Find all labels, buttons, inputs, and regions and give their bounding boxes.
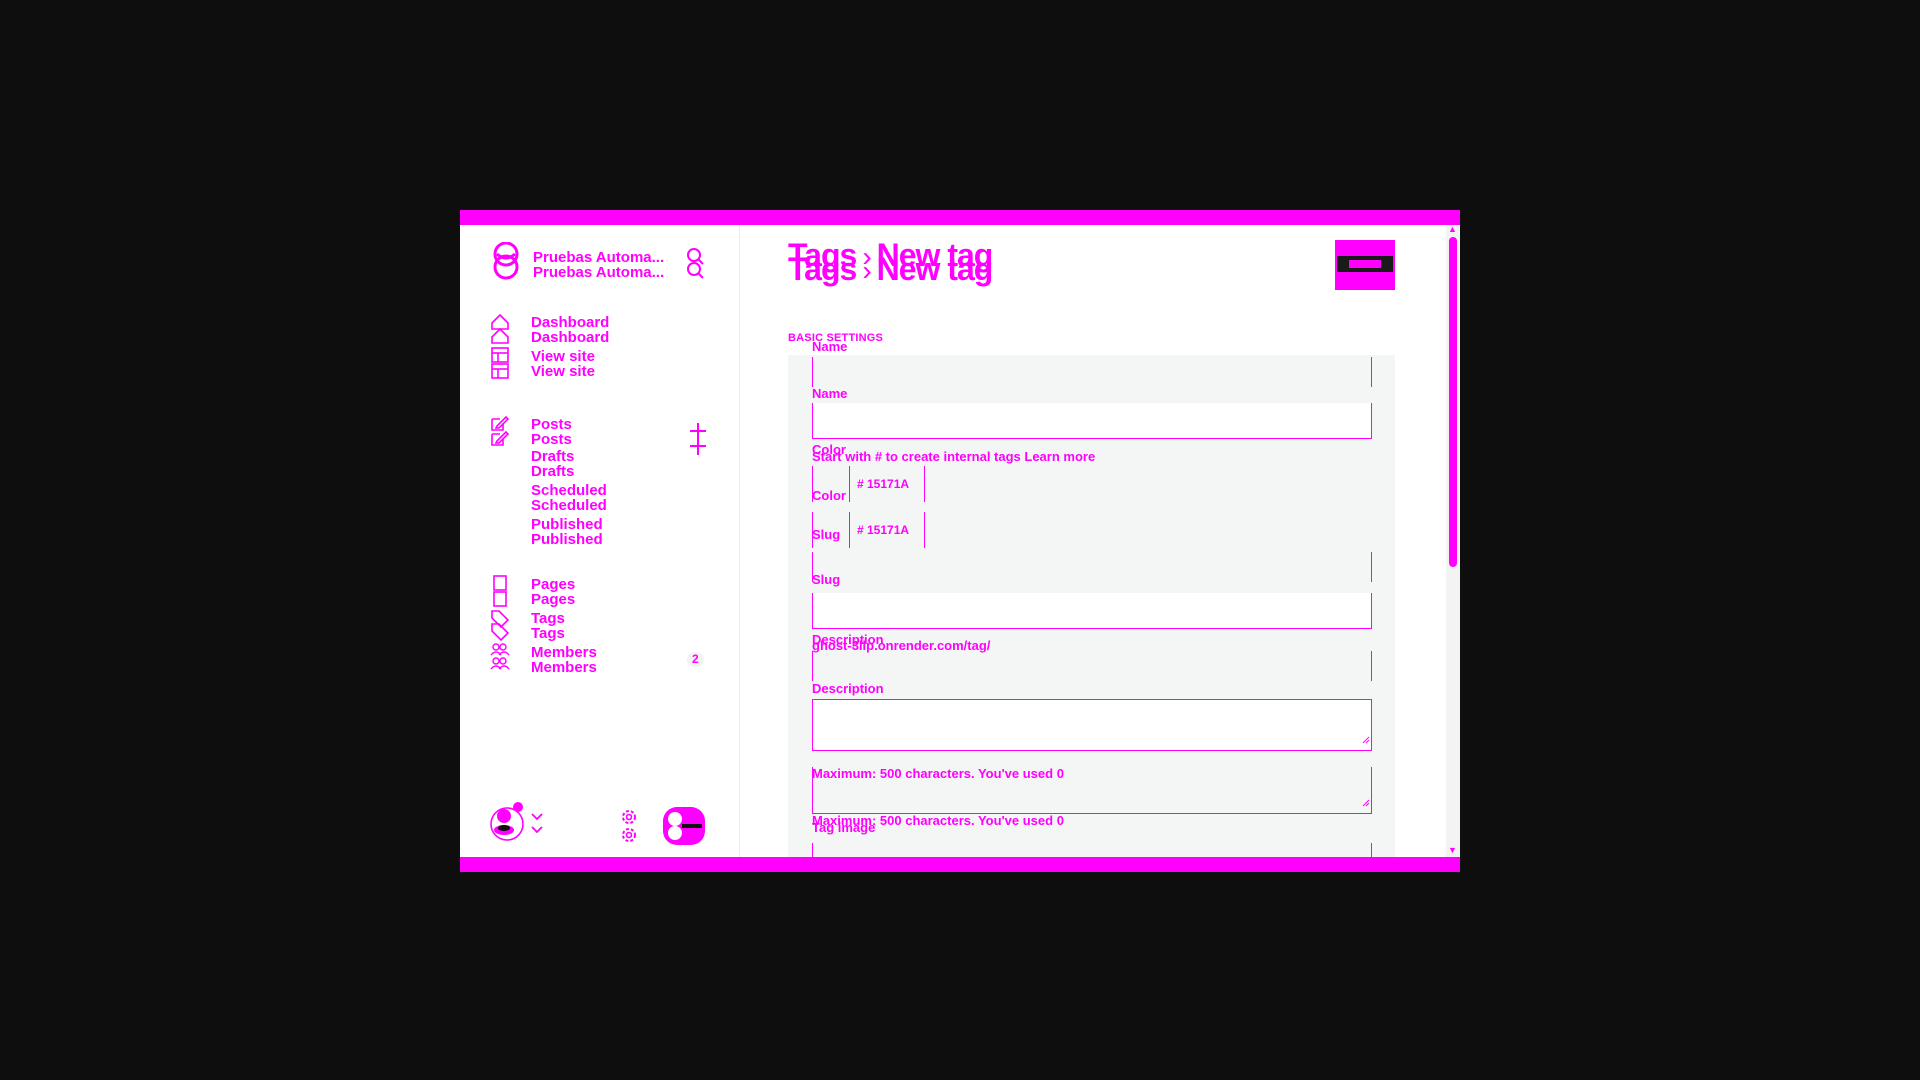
sidebar-item-pages[interactable]: Pages Pages: [490, 575, 715, 608]
slug-label-ghost: Slug: [812, 527, 841, 542]
sidebar-item-label-ghost: View site: [531, 363, 595, 380]
sidebar-item-label-ghost: Tags: [531, 625, 565, 642]
sidebar-item-published-ghost: Published: [531, 531, 603, 548]
sidebar-item-view-site[interactable]: View site View site: [490, 347, 715, 380]
edit-icon: [490, 415, 510, 452]
description-field-edge: [1371, 651, 1372, 681]
moon-toggle-icon[interactable]: [662, 806, 706, 851]
char-count-mid-ghost: characters. You've used: [901, 813, 1057, 828]
char-count-max-ghost: 500: [879, 813, 902, 828]
breadcrumb-separator-ghost: ›: [862, 255, 871, 286]
chevron-down-icon[interactable]: [530, 812, 544, 841]
breadcrumb-current-ghost: New tag: [876, 251, 994, 287]
scrollbar[interactable]: ▲ ▼: [1446, 225, 1460, 857]
description-field-edge: [812, 651, 813, 681]
name-input[interactable]: [812, 403, 1372, 439]
sidebar-item-dashboard[interactable]: Dashboard Dashboard: [490, 313, 715, 346]
app-window: Pruebas Automa... Pruebas Automa... Dash…: [460, 210, 1460, 872]
scroll-up-arrow-icon[interactable]: ▲: [1448, 225, 1457, 234]
sidebar-item-drafts[interactable]: Drafts: [531, 449, 574, 464]
name-label: Name: [812, 386, 848, 401]
site-title-text-ghost: Pruebas Automa...: [533, 264, 665, 281]
color-label: Color: [812, 488, 846, 503]
tag-settings-panel: Name Name Start with # to create interna…: [788, 340, 1395, 872]
description-label: Description: [812, 681, 884, 696]
resize-handle-icon: [1362, 794, 1370, 812]
scroll-down-arrow-icon[interactable]: ▼: [1448, 846, 1457, 855]
description-textarea[interactable]: [812, 699, 1372, 751]
sidebar-item-scheduled[interactable]: Scheduled: [531, 483, 607, 498]
tag-image-label: Tag image: [812, 820, 876, 835]
members-count-badge: 2: [687, 652, 704, 667]
bottom-highlight-band: [460, 857, 1460, 872]
ghost-logo-icon[interactable]: [490, 241, 522, 285]
home-icon: [490, 313, 510, 350]
pages-icon: [490, 575, 510, 612]
page-title-ghost: Tags › New tag: [788, 251, 994, 287]
color-picker-edge: [924, 466, 925, 502]
slug-field-edge: [1371, 552, 1372, 582]
members-icon: [490, 643, 510, 676]
top-highlight-band: [460, 210, 1460, 225]
sidebar: Pruebas Automa... Pruebas Automa... Dash…: [460, 225, 740, 857]
sidebar-item-published[interactable]: Published: [531, 517, 603, 532]
avatar[interactable]: [490, 800, 524, 853]
tag-icon: [490, 609, 510, 646]
sidebar-item-posts[interactable]: Posts Posts: [490, 415, 715, 448]
sidebar-item-label-ghost: Members: [531, 659, 597, 676]
color-label-ghost: Color: [812, 442, 846, 457]
save-button[interactable]: [1335, 240, 1395, 290]
description-textarea-ghost: [812, 767, 1372, 814]
gear-icon[interactable]: [618, 808, 640, 849]
sidebar-item-members[interactable]: Members Members: [490, 643, 715, 676]
site-title[interactable]: Pruebas Automa... Pruebas Automa...: [533, 250, 664, 280]
name-field-edge: [1371, 357, 1372, 387]
sidebar-item-label: Posts: [531, 416, 572, 433]
sidebar-item-label-ghost: Dashboard: [531, 329, 610, 346]
sidebar-item-label: Dashboard: [531, 314, 610, 331]
sidebar-item-label: Members: [531, 644, 597, 661]
resize-handle-icon[interactable]: [1362, 731, 1370, 749]
color-hex-value: # 15171A: [857, 477, 910, 491]
slug-label: Slug: [812, 572, 841, 587]
sidebar-item-label: Tags: [531, 610, 565, 627]
color-hex-value-ghost: # 15171A: [857, 523, 910, 537]
sidebar-item-drafts-ghost: Drafts: [531, 463, 575, 480]
breadcrumb-tags-link-ghost: Tags: [788, 251, 857, 287]
name-label-ghost: Name: [812, 339, 848, 354]
sidebar-item-label: View site: [531, 348, 595, 365]
color-picker-edge: [924, 512, 925, 548]
slug-input[interactable]: [812, 593, 1372, 629]
description-label-ghost: Description: [812, 632, 884, 647]
sidebar-item-tags[interactable]: Tags Tags: [490, 609, 715, 642]
view-site-icon: [490, 347, 510, 384]
char-count-used-ghost: 0: [1056, 813, 1064, 828]
sidebar-footer: [490, 800, 715, 850]
plus-icon[interactable]: [688, 422, 708, 461]
sidebar-item-label-ghost: Posts: [531, 431, 572, 448]
main-content: Tags › New tag Tags › New tag BASIC SETTINGS…: [740, 225, 1445, 872]
name-hint-ghost: Start with # to create internal tags Lea…: [812, 449, 1096, 464]
name-field-edge: [812, 357, 813, 387]
sidebar-item-scheduled-ghost: Scheduled: [531, 497, 607, 514]
search-icon[interactable]: [685, 247, 705, 284]
sidebar-item-label: Pages: [531, 576, 576, 593]
scroll-thumb[interactable]: [1449, 237, 1457, 567]
sidebar-item-label-ghost: Pages: [531, 591, 576, 608]
